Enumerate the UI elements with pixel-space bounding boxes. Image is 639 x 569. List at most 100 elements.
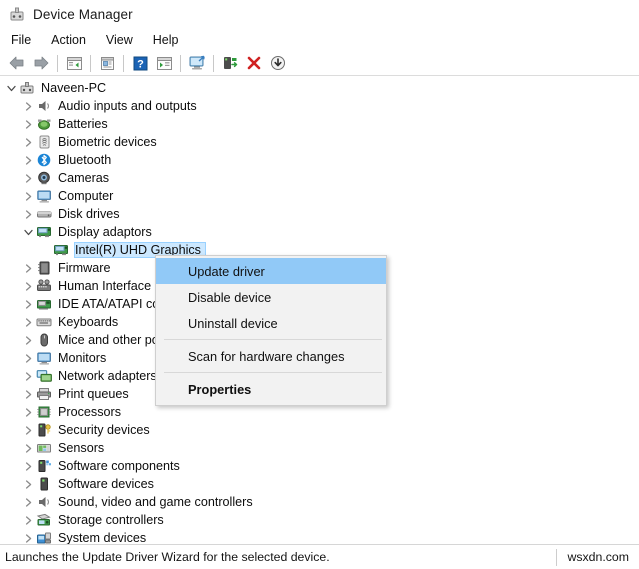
uninstall-device-icon[interactable] — [242, 52, 266, 74]
mouse-icon — [36, 332, 53, 348]
tree-item-label: Bluetooth — [58, 153, 115, 167]
tree-item-label: Batteries — [58, 117, 112, 131]
tree-item[interactable]: Batteries — [0, 115, 639, 133]
help-icon[interactable]: ? — [128, 52, 152, 74]
ctx-disable-device[interactable]: Disable device — [156, 284, 386, 310]
menu-file[interactable]: File — [9, 31, 40, 49]
speaker-icon — [36, 98, 53, 114]
monitor-icon — [36, 350, 53, 366]
chevron-right-icon[interactable] — [21, 205, 36, 223]
show-hide-action-pane-icon[interactable] — [152, 52, 176, 74]
chevron-right-icon[interactable] — [21, 403, 36, 421]
computer-icon — [19, 80, 36, 96]
processor-icon — [36, 404, 53, 420]
chevron-right-icon[interactable] — [21, 259, 36, 277]
context-menu-separator — [164, 339, 382, 340]
status-watermark: wsxdn.com — [567, 550, 639, 564]
disable-device-icon[interactable] — [266, 52, 290, 74]
chevron-right-icon[interactable] — [21, 169, 36, 187]
chevron-right-icon[interactable] — [21, 385, 36, 403]
properties-icon[interactable] — [95, 52, 119, 74]
chevron-right-icon[interactable] — [21, 115, 36, 133]
chevron-down-icon[interactable] — [21, 223, 36, 241]
tree-item-label: Keyboards — [58, 315, 122, 329]
chevron-right-icon[interactable] — [21, 313, 36, 331]
context-menu[interactable]: Update driverDisable deviceUninstall dev… — [155, 255, 387, 406]
chevron-right-icon[interactable] — [21, 349, 36, 367]
chevron-right-icon[interactable] — [21, 187, 36, 205]
chevron-right-icon[interactable] — [21, 151, 36, 169]
tree-item[interactable]: Security devices — [0, 421, 639, 439]
chevron-right-icon[interactable] — [21, 331, 36, 349]
ctx-properties[interactable]: Properties — [156, 376, 386, 402]
monitor-icon — [36, 188, 53, 204]
tree-item-label: System devices — [58, 531, 150, 544]
tree-item-label: Cameras — [58, 171, 113, 185]
tree-item[interactable]: Software components — [0, 457, 639, 475]
tree-item-label: Software devices — [58, 477, 158, 491]
update-driver-icon[interactable] — [218, 52, 242, 74]
chevron-right-icon[interactable] — [21, 367, 36, 385]
tree-item[interactable]: Audio inputs and outputs — [0, 97, 639, 115]
toolbar-separator — [123, 55, 124, 72]
tree-item[interactable]: Software devices — [0, 475, 639, 493]
firmware-icon — [36, 260, 53, 276]
forward-arrow-icon[interactable] — [29, 52, 53, 74]
status-message: Launches the Update Driver Wizard for th… — [0, 550, 556, 564]
chevron-right-icon[interactable] — [21, 421, 36, 439]
chevron-right-icon[interactable] — [21, 511, 36, 529]
tree-item-label: Sensors — [58, 441, 108, 455]
tree-item[interactable]: Computer — [0, 187, 639, 205]
ctx-scan-hardware[interactable]: Scan for hardware changes — [156, 343, 386, 369]
device-manager-icon — [9, 6, 25, 22]
status-divider — [556, 549, 557, 566]
chevron-right-icon[interactable] — [21, 97, 36, 115]
tree-item[interactable]: Disk drives — [0, 205, 639, 223]
scan-for-hardware-changes-icon[interactable] — [185, 52, 209, 74]
tree-item[interactable]: Cameras — [0, 169, 639, 187]
back-arrow-icon[interactable] — [5, 52, 29, 74]
tree-item[interactable]: System devices — [0, 529, 639, 544]
menu-action[interactable]: Action — [49, 31, 95, 49]
toolbar-separator — [90, 55, 91, 72]
device-manager-window: Device Manager File Action View Help — [0, 0, 639, 569]
chevron-right-icon[interactable] — [21, 295, 36, 313]
security-device-icon — [36, 422, 53, 438]
network-adapter-icon — [36, 368, 53, 384]
system-device-icon — [36, 530, 53, 544]
menu-help[interactable]: Help — [151, 31, 188, 49]
tree-item[interactable]: Storage controllers — [0, 511, 639, 529]
camera-icon — [36, 170, 53, 186]
chevron-right-icon[interactable] — [21, 439, 36, 457]
chevron-right-icon[interactable] — [21, 133, 36, 151]
tree-item[interactable]: Bluetooth — [0, 151, 639, 169]
disk-drive-icon — [36, 206, 53, 222]
tree-item[interactable]: Sound, video and game controllers — [0, 493, 639, 511]
toolbar-separator — [57, 55, 58, 72]
chevron-right-icon[interactable] — [21, 277, 36, 295]
storage-controller-icon — [36, 512, 53, 528]
tree-item[interactable]: Display adaptors — [0, 223, 639, 241]
tree-item-label: Naveen-PC — [41, 81, 110, 95]
tree-item-label: Network adapters — [58, 369, 161, 383]
show-hide-console-tree-icon[interactable] — [62, 52, 86, 74]
chevron-right-icon[interactable] — [21, 475, 36, 493]
software-device-icon — [36, 476, 53, 492]
chevron-right-icon[interactable] — [21, 493, 36, 511]
ctx-uninstall-device[interactable]: Uninstall device — [156, 310, 386, 336]
hid-icon — [36, 278, 53, 294]
tree-item-root[interactable]: Naveen-PC — [0, 79, 639, 97]
tree-item[interactable]: Sensors — [0, 439, 639, 457]
menu-view[interactable]: View — [104, 31, 142, 49]
tree-spacer — [38, 241, 53, 259]
chevron-right-icon[interactable] — [21, 529, 36, 544]
chevron-right-icon[interactable] — [21, 457, 36, 475]
tree-item-label: Security devices — [58, 423, 154, 437]
sensor-icon — [36, 440, 53, 456]
tree-item-label: Computer — [58, 189, 117, 203]
chevron-down-icon[interactable] — [4, 79, 19, 97]
tree-item[interactable]: Biometric devices — [0, 133, 639, 151]
tree-item-label: Display adaptors — [58, 225, 156, 239]
tree-item-label: Processors — [58, 405, 125, 419]
ctx-update-driver[interactable]: Update driver — [156, 258, 386, 284]
